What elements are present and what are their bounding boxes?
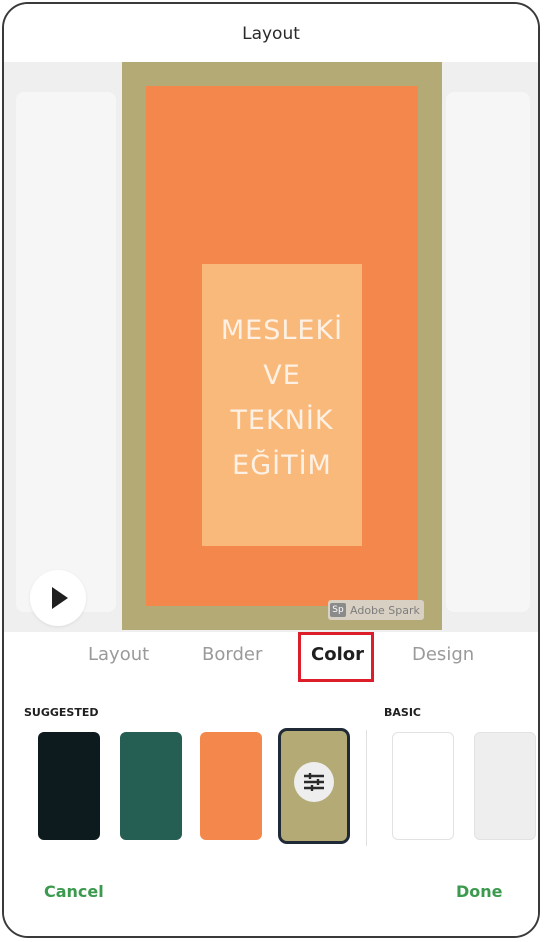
tab-border[interactable]: Border [202,644,262,665]
swatch-teal[interactable] [120,732,182,840]
play-icon [52,587,68,609]
swatch-divider [366,730,367,846]
suggested-label: SUGGESTED [24,706,99,719]
footer-bar: Cancel Done [4,874,538,936]
next-page-preview [446,92,530,612]
tab-design[interactable]: Design [412,644,474,665]
adobe-spark-watermark: Sp Adobe Spark [328,600,424,620]
top-bar: Layout [4,4,538,63]
tab-bar: Layout Border Color Design [4,632,538,684]
swatch-white[interactable] [392,732,454,840]
swatch-light-gray[interactable] [474,732,536,840]
poster-title[interactable]: MESLEKİ VE TEKNİK EĞİTİM [202,308,362,488]
swatch-olive-selected[interactable] [278,728,350,844]
tab-layout[interactable]: Layout [88,644,149,665]
color-swatch-panel: SUGGESTED BASIC [4,684,538,874]
basic-label: BASIC [384,706,421,719]
tab-color-highlight [298,632,374,682]
previous-page-preview [16,92,116,612]
swatch-dark-navy[interactable] [38,732,100,840]
poster-line: TEKNİK [230,405,334,436]
poster-line: EĞİTİM [232,450,332,481]
canvas-area: MESLEKİ VE TEKNİK EĞİTİM Sp Adobe Spark [4,62,538,634]
poster-card[interactable]: MESLEKİ VE TEKNİK EĞİTİM Sp Adobe Spark [122,62,442,630]
poster-line: MESLEKİ [220,315,344,346]
play-button[interactable] [30,570,86,626]
poster-line: VE [263,360,301,391]
sliders-icon [294,762,334,802]
swatch-orange[interactable] [200,732,262,840]
adobe-spark-logo: Sp [330,603,346,617]
cancel-button[interactable]: Cancel [44,882,104,901]
page-title: Layout [242,24,300,44]
app-frame: Layout MESLEKİ VE TEKNİK EĞİTİM Sp Adobe… [2,2,540,938]
watermark-text: Adobe Spark [350,603,420,617]
done-button[interactable]: Done [456,882,503,901]
